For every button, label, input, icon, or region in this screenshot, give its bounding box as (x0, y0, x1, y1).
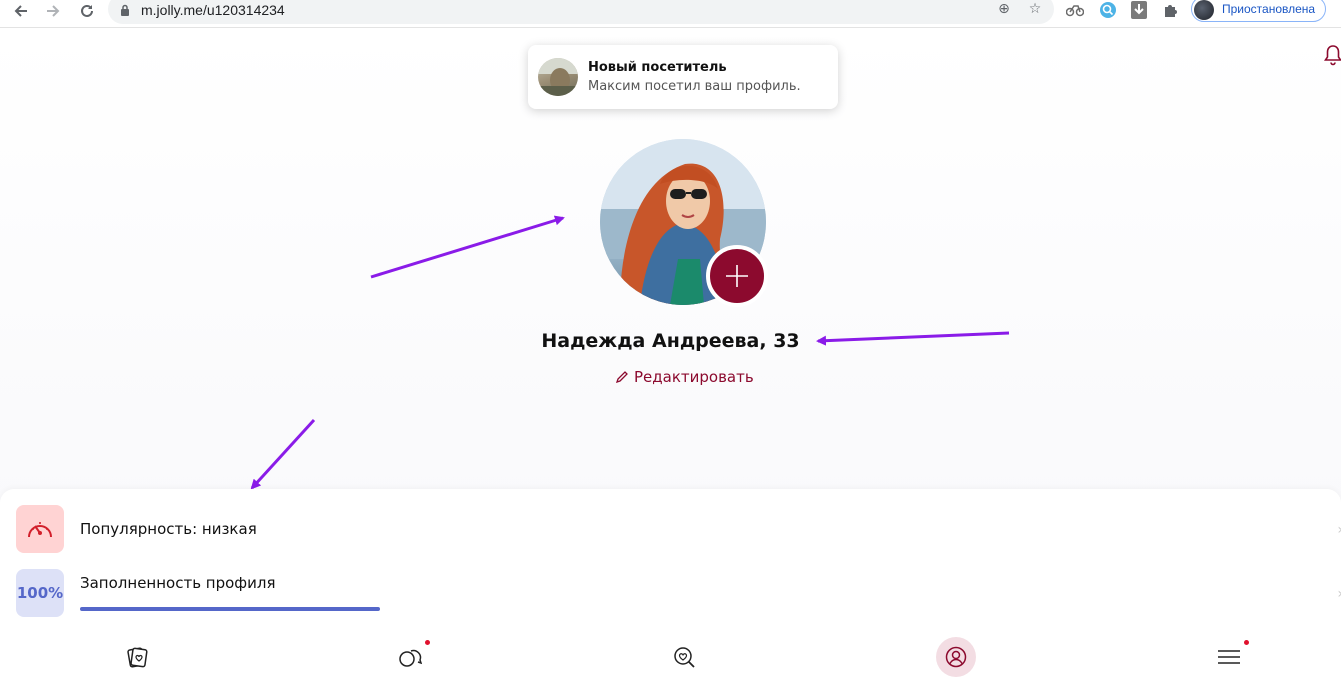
cards-icon (127, 647, 148, 668)
edit-profile-link[interactable]: Редактировать (615, 366, 754, 388)
pencil-icon (615, 371, 628, 384)
tab-menu[interactable] (1209, 637, 1249, 677)
search-heart-icon (674, 647, 695, 668)
extension-bike-icon[interactable] (1066, 1, 1084, 19)
url-text: m.jolly.me/u120314234 (141, 2, 285, 18)
back-arrow-icon (14, 5, 27, 17)
bottom-tab-bar (0, 637, 1341, 679)
browser-profile-button[interactable]: Приостановлена (1191, 0, 1326, 22)
popularity-label: Популярность: низкая (80, 520, 257, 538)
completeness-percent: 100% (16, 584, 64, 602)
back-button[interactable] (10, 0, 32, 22)
tab-search[interactable] (664, 637, 704, 677)
profile-icon (945, 646, 967, 668)
extension-download-icon[interactable] (1130, 1, 1148, 19)
tab-profile[interactable] (936, 637, 976, 677)
reload-button[interactable] (76, 0, 98, 22)
popularity-icon-box (16, 505, 64, 553)
bookmark-star-icon[interactable]: ☆ (1026, 0, 1044, 18)
completeness-progress-bar (80, 607, 380, 611)
address-bar[interactable]: m.jolly.me/u120314234 ⊕ ☆ (108, 0, 1054, 24)
forward-arrow-icon (47, 5, 60, 17)
profile-completeness-row[interactable]: 100% Заполненность профиля › (16, 569, 1341, 619)
profile-status-label: Приостановлена (1222, 2, 1316, 16)
completeness-label: Заполненность профиля (80, 574, 276, 592)
browser-toolbar: m.jolly.me/u120314234 ⊕ ☆ Приостановлена (0, 0, 1341, 28)
forward-button[interactable] (42, 0, 64, 22)
extension-search-icon[interactable] (1099, 1, 1117, 19)
speedometer-icon (28, 522, 52, 538)
add-photo-button[interactable] (706, 245, 768, 307)
edit-profile-label: Редактировать (634, 368, 754, 386)
menu-badge (1244, 640, 1249, 645)
chevron-right-icon: › (1337, 522, 1341, 538)
chevron-right-icon: › (1337, 586, 1341, 602)
plus-icon (726, 265, 748, 287)
tab-cards[interactable] (117, 637, 157, 677)
extensions-puzzle-icon[interactable] (1162, 1, 1180, 19)
visitor-avatar (538, 58, 578, 96)
popularity-row[interactable]: Популярность: низкая › (16, 505, 1341, 555)
menu-icon (1218, 650, 1240, 664)
chat-icon (399, 649, 422, 667)
completeness-badge: 100% (16, 569, 64, 617)
browser-profile-avatar (1194, 0, 1214, 20)
chat-badge (425, 640, 430, 645)
reload-icon (81, 4, 93, 17)
notification-title: Новый посетитель (588, 60, 727, 75)
profile-name: Надежда Андреева, 33 (541, 330, 800, 352)
lock-icon (121, 4, 129, 16)
visitor-notification[interactable]: Новый посетитель Максим посетил ваш проф… (528, 45, 838, 109)
bell-icon[interactable] (1324, 44, 1341, 66)
notification-text: Максим посетил ваш профиль. (588, 79, 801, 94)
zoom-icon[interactable]: ⊕ (995, 0, 1013, 18)
tab-chat[interactable] (390, 637, 430, 677)
